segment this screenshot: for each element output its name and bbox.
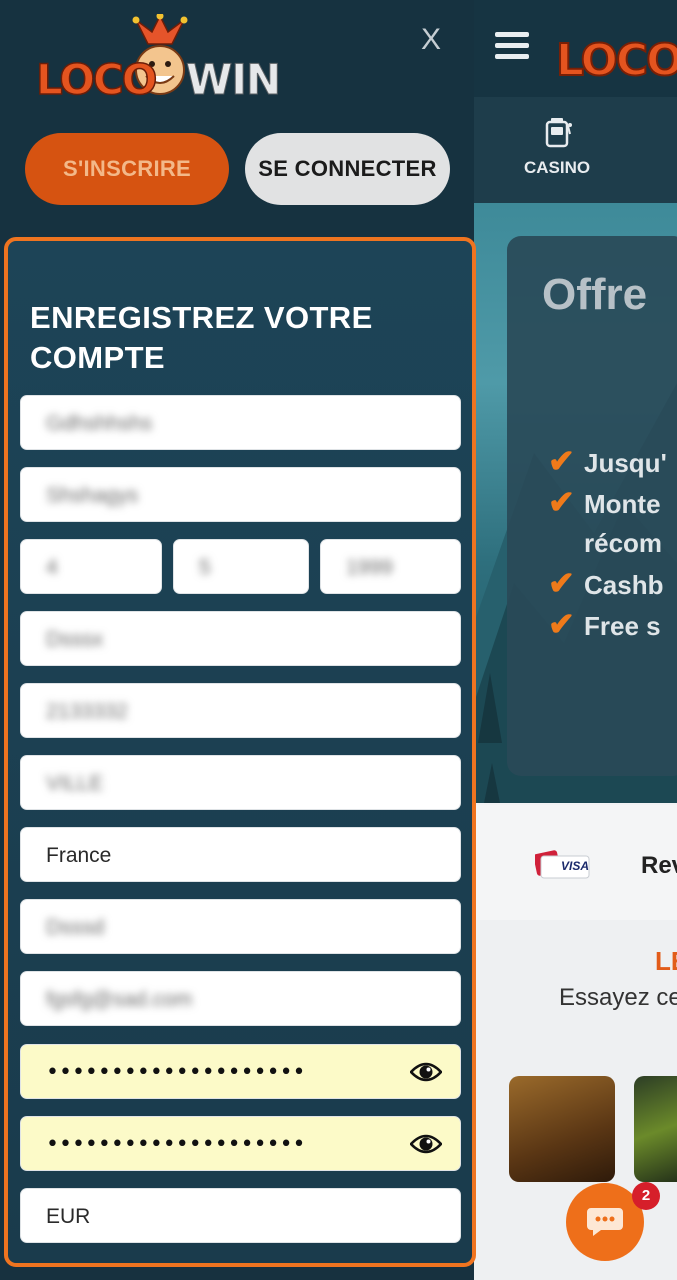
last-name-value: Shshagys: [46, 484, 139, 507]
benefit-item: ✔ Jusqu': [548, 443, 667, 479]
check-icon: ✔: [548, 484, 575, 520]
visa-label: VISA: [561, 859, 590, 873]
first-name-value: Gdhshhshs: [46, 412, 153, 435]
address-value: Dsssx: [46, 628, 104, 651]
games-section-subtitle: Essayez ce: [559, 984, 677, 1011]
eye-icon[interactable]: [410, 1130, 442, 1158]
registration-drawer: LOCO WIN X S'INSCRIRE SE CONNECTER ENREG…: [0, 0, 476, 1280]
password-confirm-field[interactable]: ••••••••••••••••••••: [20, 1116, 461, 1171]
email-field[interactable]: fgsfg@sad.com: [20, 971, 461, 1026]
offer-title: Offre: [542, 270, 648, 319]
hamburger-menu-icon[interactable]: [495, 32, 529, 60]
games-section-title: LE: [655, 946, 677, 976]
city-field[interactable]: VILLE: [20, 755, 461, 810]
bg-nav-bar: [474, 97, 677, 203]
birth-day-value: 4: [46, 556, 58, 579]
address-field[interactable]: Dsssx: [20, 611, 461, 666]
close-button[interactable]: X: [414, 20, 448, 60]
slot-machine-icon[interactable]: [544, 116, 572, 148]
currency-value: EUR: [46, 1205, 91, 1228]
benefit-item: ✔ Monte: [548, 484, 661, 520]
benefit-item: ✔ Free s: [548, 606, 661, 642]
country-value: France: [46, 844, 112, 867]
phone-field[interactable]: Dsssd: [20, 899, 461, 954]
birth-day-field[interactable]: 4: [20, 539, 162, 594]
check-icon: ✔: [548, 606, 575, 642]
birth-month-value: 5: [199, 556, 211, 579]
drawer-header: LOCO WIN X S'INSCRIRE SE CONNECTER: [0, 0, 474, 230]
registration-form: ENREGISTREZ VOTRE COMPTE Gdhshhshs Shsha…: [4, 237, 476, 1267]
benefit-item: récom: [584, 528, 663, 558]
game-thumbnail[interactable]: [634, 1076, 677, 1182]
nav-casino-label[interactable]: CASINO: [524, 158, 590, 178]
benefit-item: ✔ Cashb: [548, 565, 664, 601]
birth-year-field[interactable]: 1999: [320, 539, 461, 594]
login-button[interactable]: SE CONNECTER: [245, 133, 450, 205]
svg-text:LOCO: LOCO: [36, 55, 156, 104]
phone-value: Dsssd: [46, 916, 105, 939]
revolut-logo: Rev: [641, 852, 677, 879]
password-value: ••••••••••••••••••••: [46, 1060, 306, 1085]
postal-code-value: 2133332: [46, 700, 128, 723]
postal-code-field[interactable]: 2133332: [20, 683, 461, 738]
chat-notification-badge: 2: [632, 1182, 660, 1210]
birth-month-field[interactable]: 5: [173, 539, 309, 594]
last-name-field[interactable]: Shshagys: [20, 467, 461, 522]
game-thumbnail[interactable]: [509, 1076, 615, 1182]
password-confirm-value: ••••••••••••••••••••: [46, 1132, 306, 1157]
check-icon: ✔: [548, 443, 575, 479]
locowin-logo[interactable]: LOCO WIN: [36, 14, 286, 106]
first-name-field[interactable]: Gdhshhshs: [20, 395, 461, 450]
eye-icon[interactable]: [410, 1058, 442, 1086]
form-title: ENREGISTREZ VOTRE COMPTE: [30, 300, 373, 375]
birth-year-value: 1999: [346, 556, 393, 579]
password-field[interactable]: ••••••••••••••••••••: [20, 1044, 461, 1099]
currency-select[interactable]: EUR: [20, 1188, 461, 1243]
bg-logo[interactable]: LOCO: [555, 35, 677, 87]
city-value: VILLE: [46, 772, 104, 795]
country-select[interactable]: France: [20, 827, 461, 882]
email-value: fgsfg@sad.com: [46, 988, 193, 1011]
signup-button[interactable]: S'INSCRIRE: [25, 133, 229, 205]
check-icon: ✔: [548, 565, 575, 601]
chat-bubble-icon[interactable]: [585, 1204, 625, 1238]
svg-text:WIN: WIN: [186, 55, 280, 104]
